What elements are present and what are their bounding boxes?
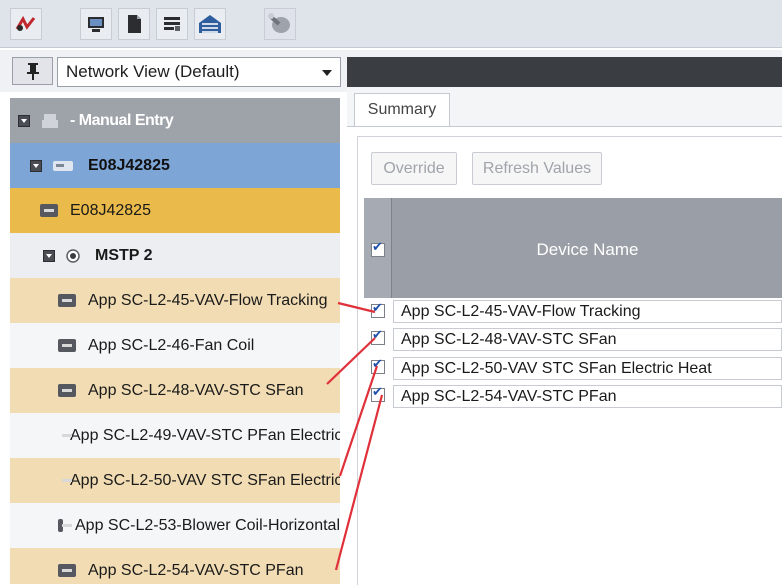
tree-item-label: App SC-L2-54-VAV-STC PFan bbox=[88, 561, 304, 579]
device-icon bbox=[58, 339, 76, 352]
row-checkbox[interactable] bbox=[371, 328, 385, 345]
device-icon bbox=[40, 204, 58, 217]
tab-summary[interactable]: Summary bbox=[354, 93, 450, 126]
select-all-checkbox[interactable] bbox=[371, 240, 385, 257]
tree-item-label: App SC-L2-50-VAV STC SFan Electric Heat bbox=[70, 471, 340, 489]
row-checkbox[interactable] bbox=[371, 357, 385, 374]
row-checkbox[interactable] bbox=[371, 385, 385, 402]
view-dropdown-value: Network View (Default) bbox=[66, 62, 240, 81]
expand-icon[interactable] bbox=[18, 114, 30, 127]
tree-node-label: MSTP 2 bbox=[95, 246, 153, 264]
column-header-device-name[interactable]: Device Name bbox=[393, 198, 782, 298]
network-tree: - Manual Entry E08J42825 E08J42825 MSTP … bbox=[10, 98, 340, 584]
device-icon bbox=[58, 519, 72, 532]
grid-row[interactable]: App SC-L2-54-VAV-STC PFan bbox=[393, 385, 782, 408]
device-icon bbox=[58, 384, 76, 397]
controller-icon bbox=[53, 160, 73, 171]
network-icon[interactable] bbox=[10, 8, 42, 40]
grid-row[interactable]: App SC-L2-50-VAV STC SFan Electric Heat bbox=[393, 357, 782, 380]
chevron-down-icon bbox=[322, 70, 332, 76]
tree-node-manual-entry[interactable]: - Manual Entry bbox=[10, 98, 340, 143]
expand-icon[interactable] bbox=[43, 249, 55, 262]
tree-item-device[interactable]: E08J42825 bbox=[10, 188, 340, 233]
tree-item-label: E08J42825 bbox=[70, 201, 151, 219]
tree-item-app[interactable]: App SC-L2-54-VAV-STC PFan bbox=[10, 548, 340, 584]
tree-item-label: App SC-L2-48-VAV-STC SFan bbox=[88, 381, 304, 399]
tree-node-network[interactable]: MSTP 2 bbox=[10, 233, 340, 278]
main-toolbar bbox=[0, 0, 782, 48]
display-icon[interactable] bbox=[80, 8, 112, 40]
folder-icon bbox=[42, 113, 58, 128]
expand-icon[interactable] bbox=[30, 159, 42, 172]
building-icon[interactable] bbox=[194, 8, 226, 40]
tree-item-app[interactable]: App SC-L2-45-VAV-Flow Tracking bbox=[10, 278, 340, 323]
tree-item-label: App SC-L2-53-Blower Coil-Horizontal bbox=[75, 516, 340, 534]
tree-node-label: E08J42825 bbox=[88, 156, 170, 174]
tree-item-app[interactable]: App SC-L2-50-VAV STC SFan Electric Heat bbox=[10, 458, 340, 503]
view-dropdown[interactable]: Network View (Default) bbox=[57, 57, 341, 87]
grid-row[interactable]: App SC-L2-45-VAV-Flow Tracking bbox=[393, 300, 782, 323]
tree-item-label: App SC-L2-45-VAV-Flow Tracking bbox=[88, 291, 328, 309]
grid-header-select-all[interactable] bbox=[364, 198, 392, 298]
tree-item-label: App SC-L2-49-VAV-STC PFan Electric Heat bbox=[70, 426, 340, 444]
grid-row[interactable]: App SC-L2-48-VAV-STC SFan bbox=[393, 328, 782, 351]
tree-item-app[interactable]: App SC-L2-48-VAV-STC SFan bbox=[10, 368, 340, 413]
tree-node-device[interactable]: E08J42825 bbox=[10, 143, 340, 188]
tree-item-app[interactable]: App SC-L2-49-VAV-STC PFan Electric Heat bbox=[10, 413, 340, 458]
network-node-icon bbox=[66, 248, 80, 263]
device-icon bbox=[58, 564, 76, 577]
wrench-icon[interactable] bbox=[264, 8, 296, 40]
tree-item-label: App SC-L2-46-Fan Coil bbox=[88, 336, 255, 354]
tree-node-label: - Manual Entry bbox=[70, 111, 174, 129]
device-icon bbox=[58, 294, 76, 307]
row-checkbox[interactable] bbox=[371, 301, 385, 318]
panel-header-bar bbox=[347, 57, 782, 87]
refresh-values-button[interactable]: Refresh Values bbox=[472, 152, 602, 185]
tree-item-app[interactable]: App SC-L2-53-Blower Coil-Horizontal bbox=[10, 503, 340, 548]
tree-item-app[interactable]: App SC-L2-46-Fan Coil bbox=[10, 323, 340, 368]
document-icon[interactable] bbox=[118, 8, 150, 40]
list-icon[interactable] bbox=[156, 8, 188, 40]
pin-icon[interactable] bbox=[12, 57, 53, 85]
override-button[interactable]: Override bbox=[371, 152, 457, 185]
